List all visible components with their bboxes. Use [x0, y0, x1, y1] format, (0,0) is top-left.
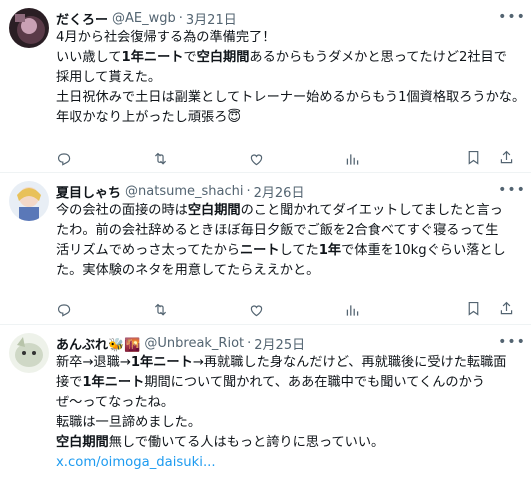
- retweet-icon: [154, 152, 167, 165]
- tweet-line: 採用して貰えた。: [56, 70, 162, 85]
- tweet-2[interactable]: 夏目しゃち @natsume_shachi · 2月26日 ••• 今の会社の面…: [0, 173, 531, 325]
- tweet-line: いい歳して1年ニートで空白期間あるからもうダメかと思ってたけど2社目で: [56, 50, 507, 65]
- tweet-header: あんぶれ🐝🌇 @Unbreak_Riot · 2月25日: [56, 334, 306, 353]
- retweet-icon: [154, 303, 167, 316]
- reply-button[interactable]: [56, 302, 152, 319]
- avatar[interactable]: [9, 333, 49, 373]
- reply-icon: [57, 303, 71, 317]
- tweet-line: 土日祝休みで土日は副業としてトレーナー始めるからもう1個資格取ろうかな。: [56, 90, 526, 105]
- tweet-link[interactable]: x.com/oimoga_daisuki...: [56, 455, 216, 470]
- share-icon: [500, 150, 513, 163]
- views-icon: [346, 304, 359, 316]
- tweet-line: 今の会社の面接の時は空白期間のこと聞かれてダイエットしてましたと言っ: [56, 203, 503, 218]
- highlighted-term: 1年ニート: [82, 375, 145, 390]
- tweet-actions: [56, 142, 515, 176]
- bookmark-icon: [468, 301, 479, 316]
- share-button[interactable]: [498, 300, 515, 321]
- tweet-line: ぜ～ってなったね。: [56, 395, 175, 410]
- tweet-line: た。実体験のネタを用意してたらええかと。: [56, 263, 320, 278]
- tweet-text: 新卒→退職→1年ニート→再就職した身なんだけど、再就職後に受けた転職面 接で1年ニ…: [56, 353, 515, 453]
- like-icon: [250, 304, 263, 316]
- bookmark-button[interactable]: [465, 149, 482, 170]
- tweet-line: 年収かなり上がったし頑張ろ😇: [56, 110, 242, 125]
- display-name[interactable]: 夏目しゃち: [56, 182, 121, 201]
- tweet-line: 空白期間無しで働いてる人はもっと誇りに思っていい。: [56, 435, 385, 450]
- tweet-date[interactable]: 2月26日: [254, 182, 305, 201]
- bookmark-button[interactable]: [465, 300, 482, 321]
- tweet-line: たわ。前の会社辞めるときほぼ毎日夕飯でご飯を2合食べてすぐ寝るって生: [56, 223, 499, 238]
- highlighted-term: 空白期間: [187, 203, 241, 218]
- share-icon: [500, 301, 513, 314]
- share-button[interactable]: [498, 149, 515, 170]
- reply-button[interactable]: [56, 151, 152, 168]
- user-handle[interactable]: @Unbreak_Riot: [144, 336, 244, 351]
- like-button[interactable]: [248, 151, 344, 168]
- reply-icon: [57, 152, 71, 166]
- retweet-button[interactable]: [152, 151, 248, 168]
- bookmark-icon: [468, 150, 479, 165]
- tweet-3[interactable]: あんぶれ🐝🌇 @Unbreak_Riot · 2月25日 ••• 新卒→退職→1…: [0, 325, 531, 488]
- tweet-actions: [56, 293, 515, 327]
- more-icon[interactable]: •••: [498, 333, 525, 351]
- tweet-header: だくろー @AE_wgb · 3月21日: [56, 9, 237, 28]
- avatar[interactable]: [9, 181, 49, 221]
- tweet-line: 転職は一旦諦めました。: [56, 415, 202, 430]
- tweet-line: 接で1年ニート期間について聞かれて、ああ在職中でも聞いてくんのかう: [56, 375, 485, 390]
- tweet-1[interactable]: だくろー @AE_wgb · 3月21日 ••• 4月から社会復帰する為の準備完…: [0, 0, 531, 173]
- highlighted-term: ニート: [239, 243, 280, 258]
- tweet-date[interactable]: 3月21日: [186, 9, 237, 28]
- views-button[interactable]: [344, 151, 440, 168]
- tweet-text: 4月から社会復帰する為の準備完了！ いい歳して1年ニートで空白期間あるからもうダメ…: [56, 28, 526, 128]
- tweet-line: 活リズムでめっさ太ってたからニートしてた1年で体重を10kgぐらい落とし: [56, 243, 506, 258]
- highlighted-term: 1年ニート: [130, 355, 193, 370]
- highlighted-term: 空白期間: [56, 435, 109, 450]
- avatar[interactable]: [9, 8, 49, 48]
- user-handle[interactable]: @natsume_shachi: [125, 184, 243, 199]
- views-button[interactable]: [344, 302, 440, 319]
- highlighted-term: 1年ニート: [121, 50, 184, 65]
- more-icon[interactable]: •••: [498, 181, 525, 199]
- display-name[interactable]: だくろー: [56, 9, 108, 28]
- tweet-date[interactable]: 2月25日: [254, 334, 305, 353]
- tweet-header: 夏目しゃち @natsume_shachi · 2月26日: [56, 182, 305, 201]
- tweet-line: 4月から社会復帰する為の準備完了！: [56, 30, 276, 45]
- like-icon: [250, 153, 263, 165]
- more-icon[interactable]: •••: [498, 8, 525, 26]
- highlighted-term: 空白期間: [196, 50, 250, 65]
- tweet-line: 新卒→退職→1年ニート→再就職した身なんだけど、再就職後に受けた転職面: [56, 355, 507, 370]
- user-handle[interactable]: @AE_wgb: [112, 11, 176, 26]
- like-button[interactable]: [248, 302, 344, 319]
- retweet-button[interactable]: [152, 302, 248, 319]
- display-name[interactable]: あんぶれ🐝🌇: [56, 334, 140, 353]
- tweet-text: 今の会社の面接の時は空白期間のこと聞かれてダイエットしてましたと言っ たわ。前の会…: [56, 201, 515, 281]
- highlighted-term: 1年: [318, 243, 342, 258]
- views-icon: [346, 153, 359, 165]
